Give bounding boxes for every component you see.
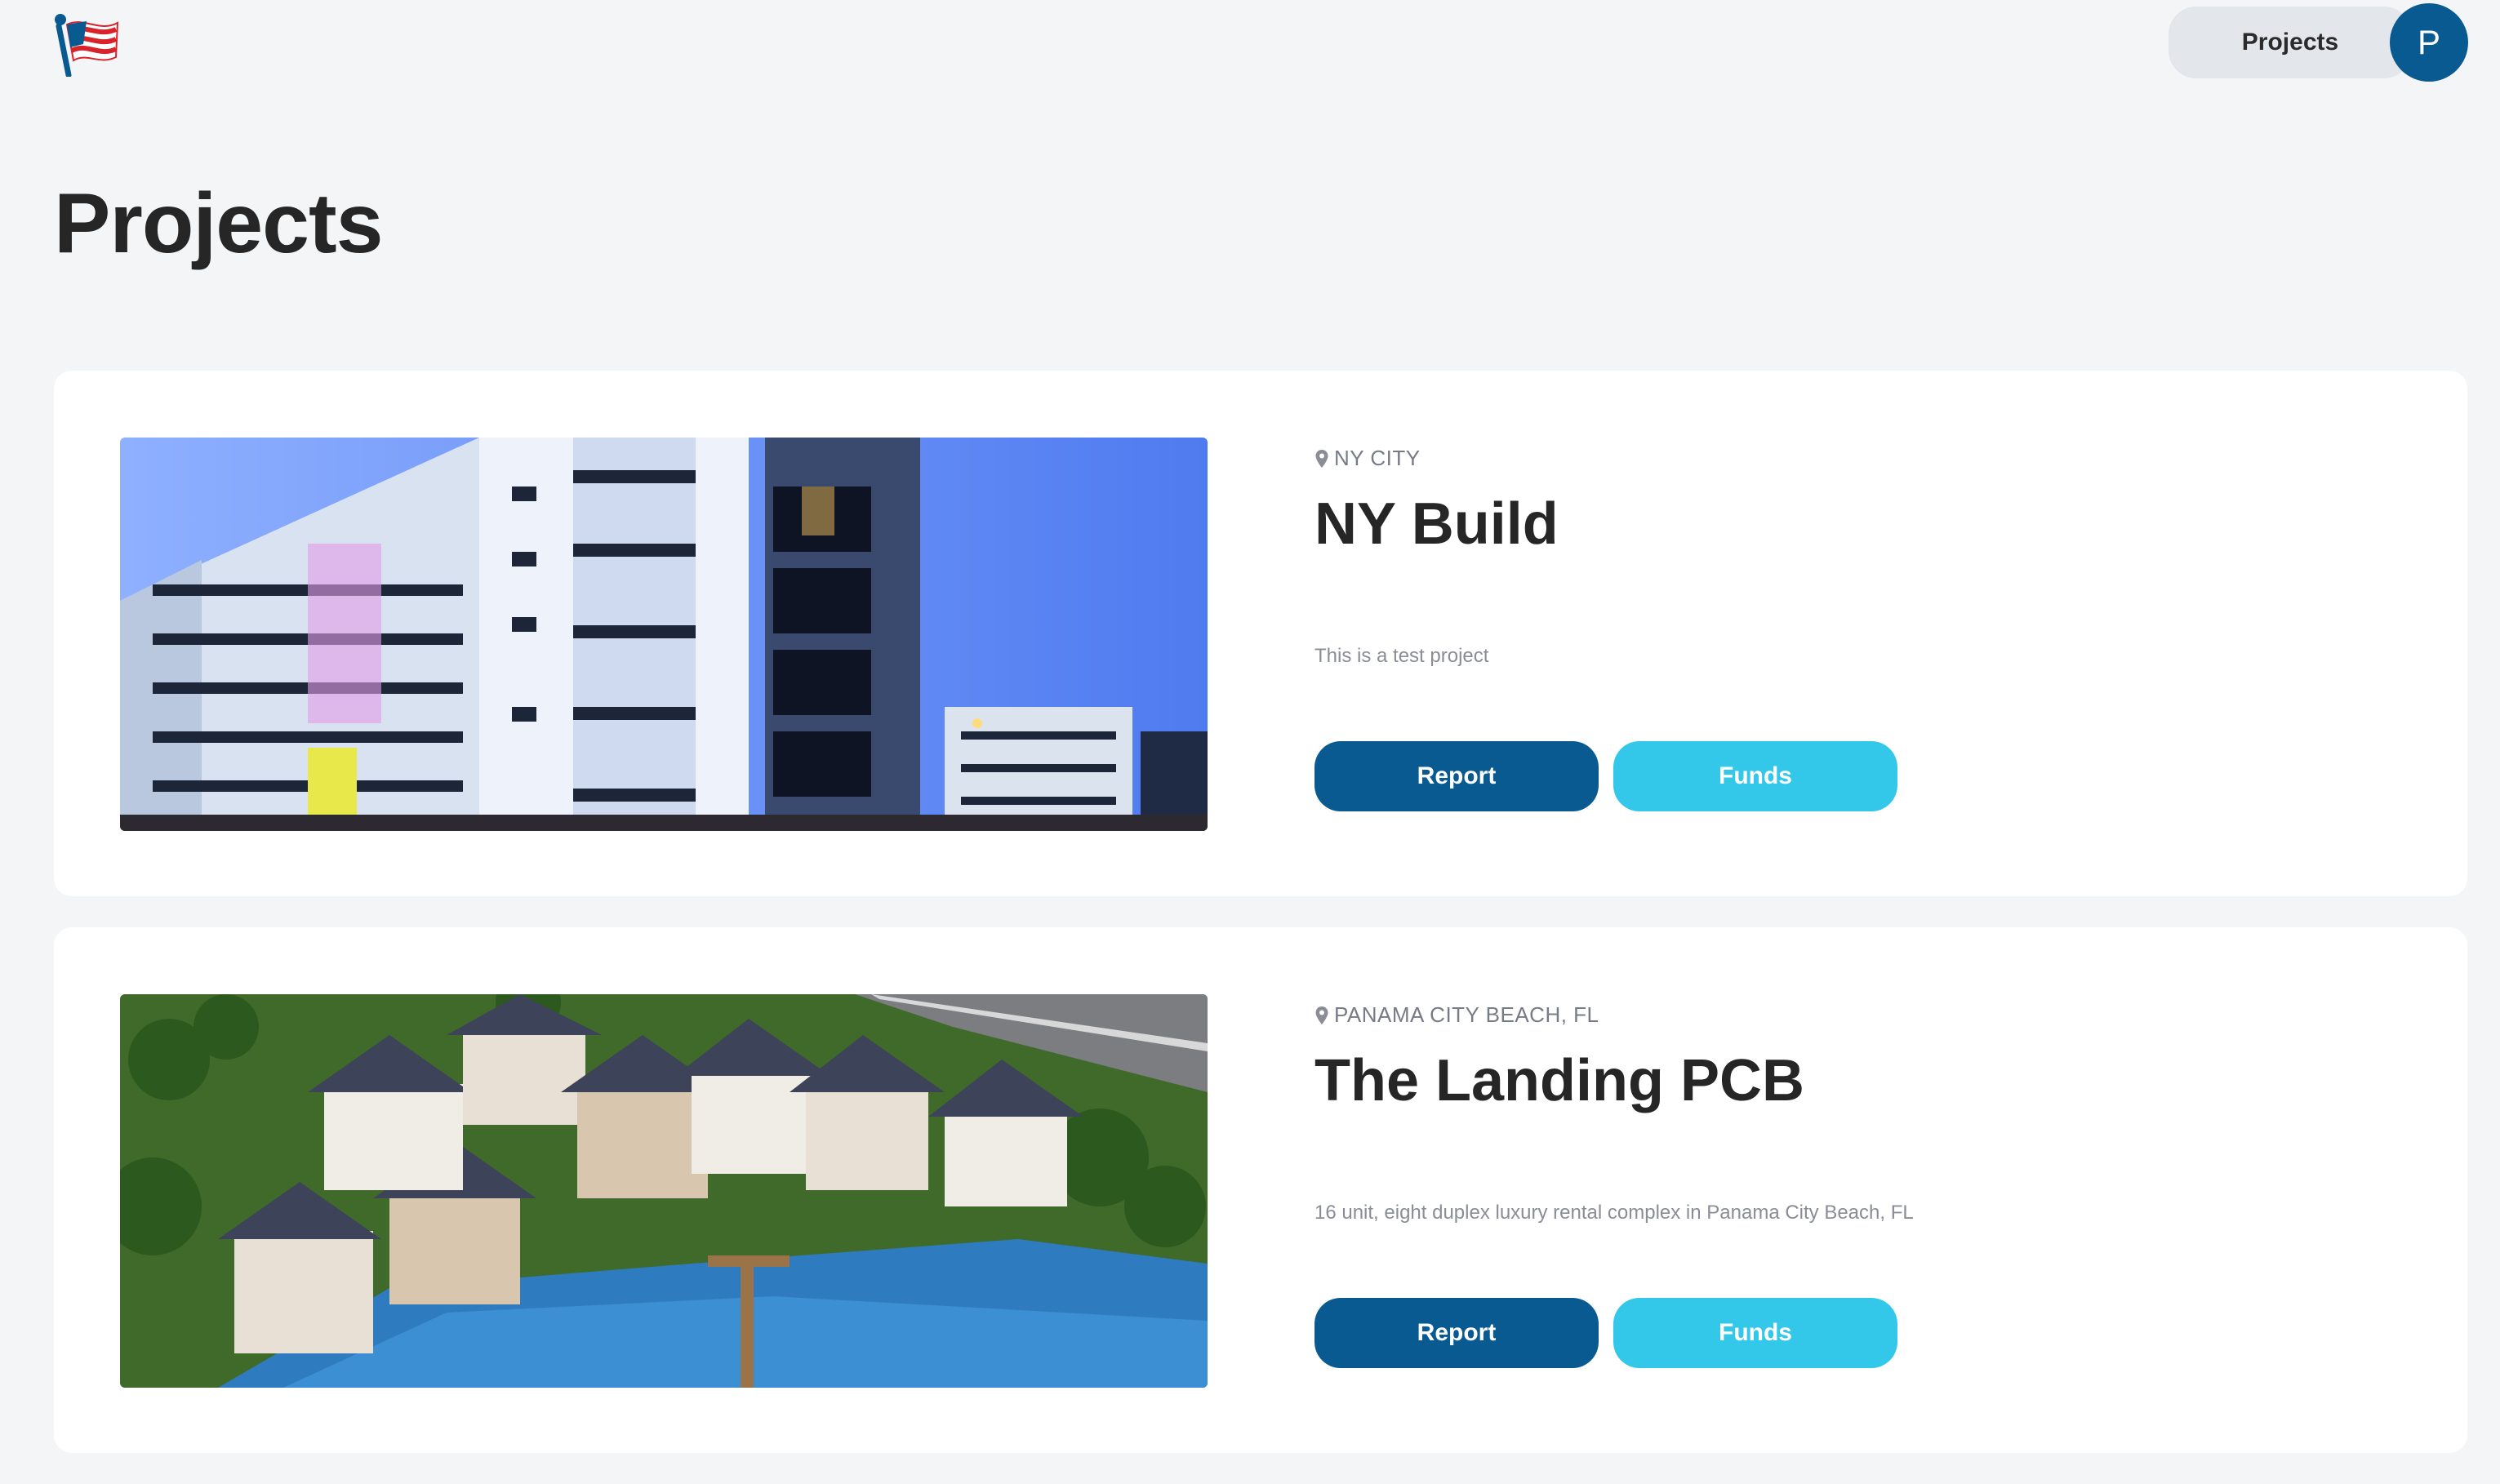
project-card: PANAMA CITY BEACH, FL The Landing PCB 16… xyxy=(54,927,2467,1453)
project-title: NY Build xyxy=(1315,491,1559,557)
project-title: The Landing PCB xyxy=(1315,1048,1804,1113)
top-bar: Projects P xyxy=(0,0,2500,90)
nav-projects-button[interactable]: Projects xyxy=(2169,7,2412,78)
project-description: This is a test project xyxy=(1315,645,1489,667)
report-button[interactable]: Report xyxy=(1315,741,1599,811)
map-pin-icon xyxy=(1315,1006,1328,1024)
project-description: 16 unit, eight duplex luxury rental comp… xyxy=(1315,1202,1914,1224)
project-location-text: NY CITY xyxy=(1334,446,1421,470)
user-avatar[interactable]: P xyxy=(2390,3,2468,82)
map-pin-icon xyxy=(1315,449,1328,468)
project-card: NY CITY NY Build This is a test project … xyxy=(54,371,2467,896)
project-info: NY CITY NY Build This is a test project … xyxy=(1315,371,2376,896)
project-location-text: PANAMA CITY BEACH, FL xyxy=(1334,1002,1599,1027)
flag-logo-icon[interactable] xyxy=(51,11,121,77)
funds-button[interactable]: Funds xyxy=(1613,741,1897,811)
project-image xyxy=(120,438,1208,831)
funds-button[interactable]: Funds xyxy=(1613,1298,1897,1368)
project-location: NY CITY xyxy=(1315,446,1421,471)
page-title: Projects xyxy=(54,176,383,271)
project-location: PANAMA CITY BEACH, FL xyxy=(1315,1002,1599,1028)
project-info: PANAMA CITY BEACH, FL The Landing PCB 16… xyxy=(1315,927,2376,1453)
report-button[interactable]: Report xyxy=(1315,1298,1599,1368)
project-image xyxy=(120,994,1208,1388)
